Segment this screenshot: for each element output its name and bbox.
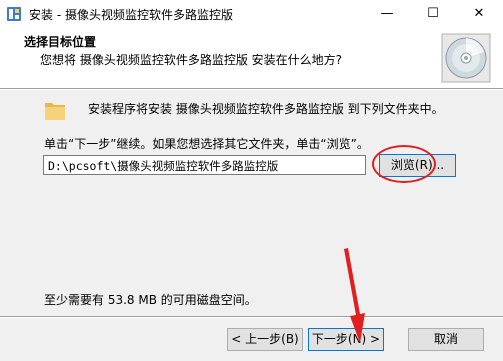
close-button[interactable]: ✕ — [456, 0, 502, 28]
instruction-text: 单击“下一步”继续。如果您想选择其它文件夹，单击“浏览”。 — [44, 137, 369, 151]
page-title: 选择目标位置 — [24, 35, 97, 49]
disk-space-text: 至少需要有 53.8 MB 的可用磁盘空间。 — [44, 293, 257, 307]
title-bar: 安装 - 摄像头视频监控软件多路监控版 — ☐ ✕ — [0, 0, 503, 28]
maximize-button[interactable]: ☐ — [410, 0, 456, 28]
installer-icon — [7, 7, 21, 21]
page-subtitle: 您想将 摄像头视频监控软件多路监控版 安装在什么地方? — [40, 53, 343, 67]
cancel-button[interactable]: 取消 — [408, 328, 484, 351]
install-path-input[interactable]: D:\pcsoft\摄像头视频监控软件多路监控版 — [43, 155, 366, 175]
wizard-header: 选择目标位置 您想将 摄像头视频监控软件多路监控版 安装在什么地方? — [0, 28, 503, 88]
window-title: 安装 - 摄像头视频监控软件多路监控版 — [29, 8, 233, 22]
footer-separator — [0, 316, 503, 318]
install-info-text: 安装程序将安装 摄像头视频监控软件多路监控版 到下列文件夹中。 — [88, 102, 444, 116]
header-separator — [0, 88, 503, 90]
browse-button[interactable]: 浏览(R)... — [379, 154, 456, 177]
minimize-button[interactable]: — — [364, 0, 410, 28]
cd-disc-icon — [441, 33, 491, 83]
back-button[interactable]: < 上一步(B) — [227, 328, 303, 351]
next-button[interactable]: 下一步(N) > — [308, 328, 384, 351]
folder-icon — [45, 103, 65, 120]
